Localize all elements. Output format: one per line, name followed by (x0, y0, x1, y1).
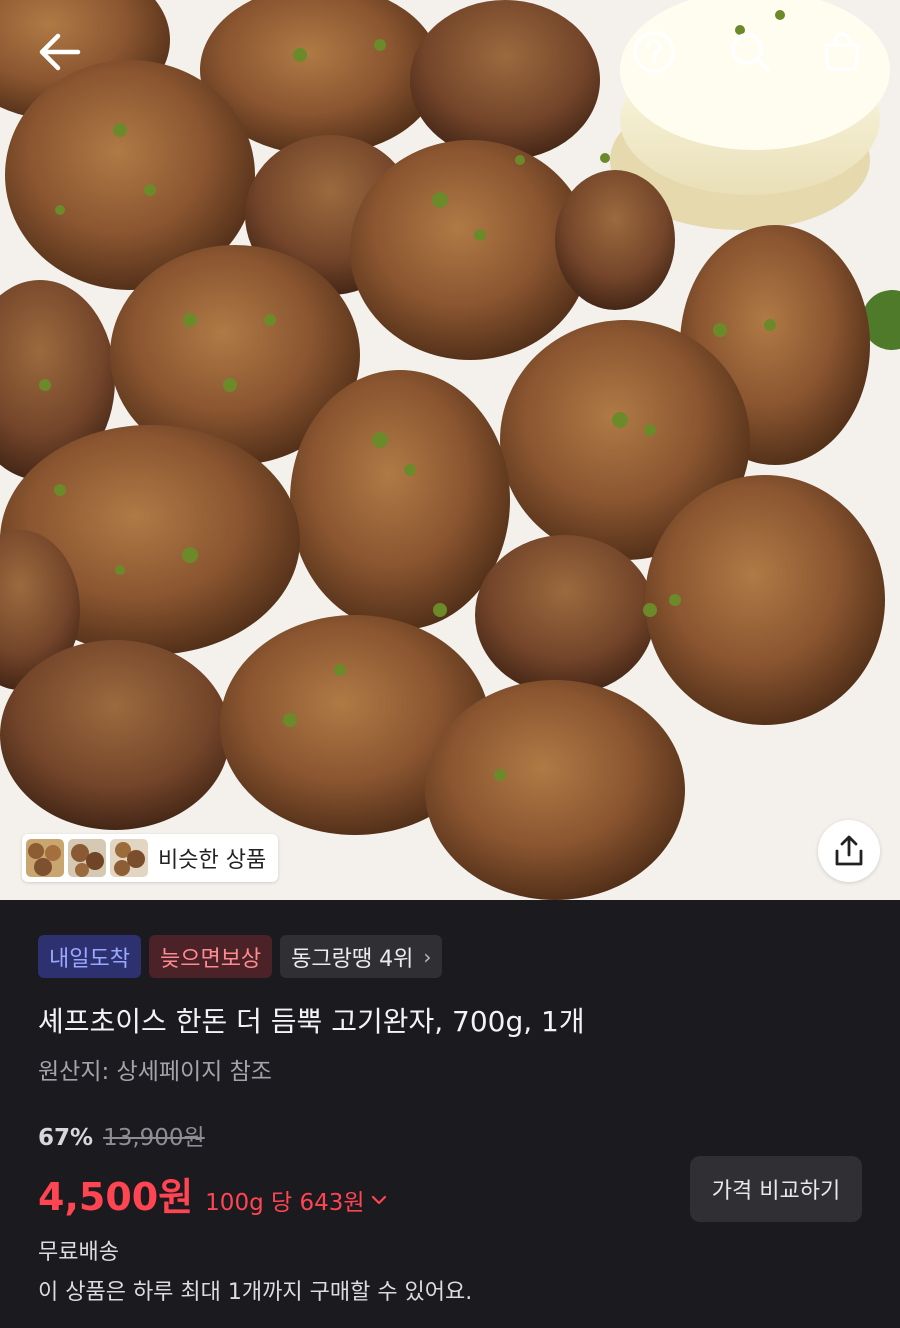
chevron-down-icon (371, 1195, 386, 1205)
question-circle-icon (633, 31, 675, 73)
back-button[interactable] (30, 24, 90, 80)
discount-row: 67% 13,900원 (38, 1118, 205, 1152)
sale-price: 4,500원 (38, 1175, 194, 1219)
badge-late-compensation[interactable]: 늦으면보상 (148, 935, 273, 978)
product-origin: 원산지: 상세페이지 참조 (38, 1059, 272, 1085)
discount-rate: 67% (38, 1125, 94, 1151)
ranking-label: 동그랑땡 4위 (291, 946, 414, 972)
share-icon (835, 835, 863, 866)
similar-thumbnail (68, 839, 106, 877)
badge-row: 내일도착 늦으면보상 동그랑땡 4위 › (38, 935, 443, 978)
search-icon (731, 33, 771, 73)
cart-button[interactable] (810, 22, 874, 82)
search-button[interactable] (718, 22, 782, 82)
similar-thumbnail (110, 839, 148, 877)
purchase-limit-notice: 이 상품은 하루 최대 1개까지 구매할 수 있어요. (38, 1280, 473, 1305)
similar-thumbnail (26, 839, 64, 877)
unit-price-label: 100g 당 643원 (205, 1190, 365, 1216)
share-button[interactable] (818, 820, 880, 882)
meatballs-photo (0, 0, 900, 900)
shipping-info: 무료배송 (38, 1240, 119, 1265)
chevron-right-icon: › (423, 944, 432, 969)
price-row: 4,500원 100g 당 643원 (38, 1166, 387, 1221)
arrow-left-icon (39, 33, 81, 71)
product-info-panel: 내일도착 늦으면보상 동그랑땡 4위 › 셰프초이스 한돈 더 듬뿍 고기완자,… (0, 900, 900, 1328)
original-price: 13,900원 (103, 1125, 205, 1151)
product-image[interactable]: 비슷한 상품 (0, 0, 900, 900)
similar-products-label: 비슷한 상품 (158, 848, 267, 873)
price-compare-button[interactable]: 가격 비교하기 (690, 1156, 862, 1222)
unit-price-toggle[interactable]: 100g 당 643원 (205, 1183, 386, 1217)
badge-tomorrow-delivery[interactable]: 내일도착 (38, 935, 141, 978)
similar-products-button[interactable]: 비슷한 상품 (22, 834, 279, 882)
product-title: 셰프초이스 한돈 더 듬뿍 고기완자, 700g, 1개 (38, 1005, 585, 1038)
badge-ranking[interactable]: 동그랑땡 4위 › (280, 935, 443, 978)
shopping-bag-icon (824, 32, 860, 71)
help-button[interactable] (622, 22, 686, 82)
